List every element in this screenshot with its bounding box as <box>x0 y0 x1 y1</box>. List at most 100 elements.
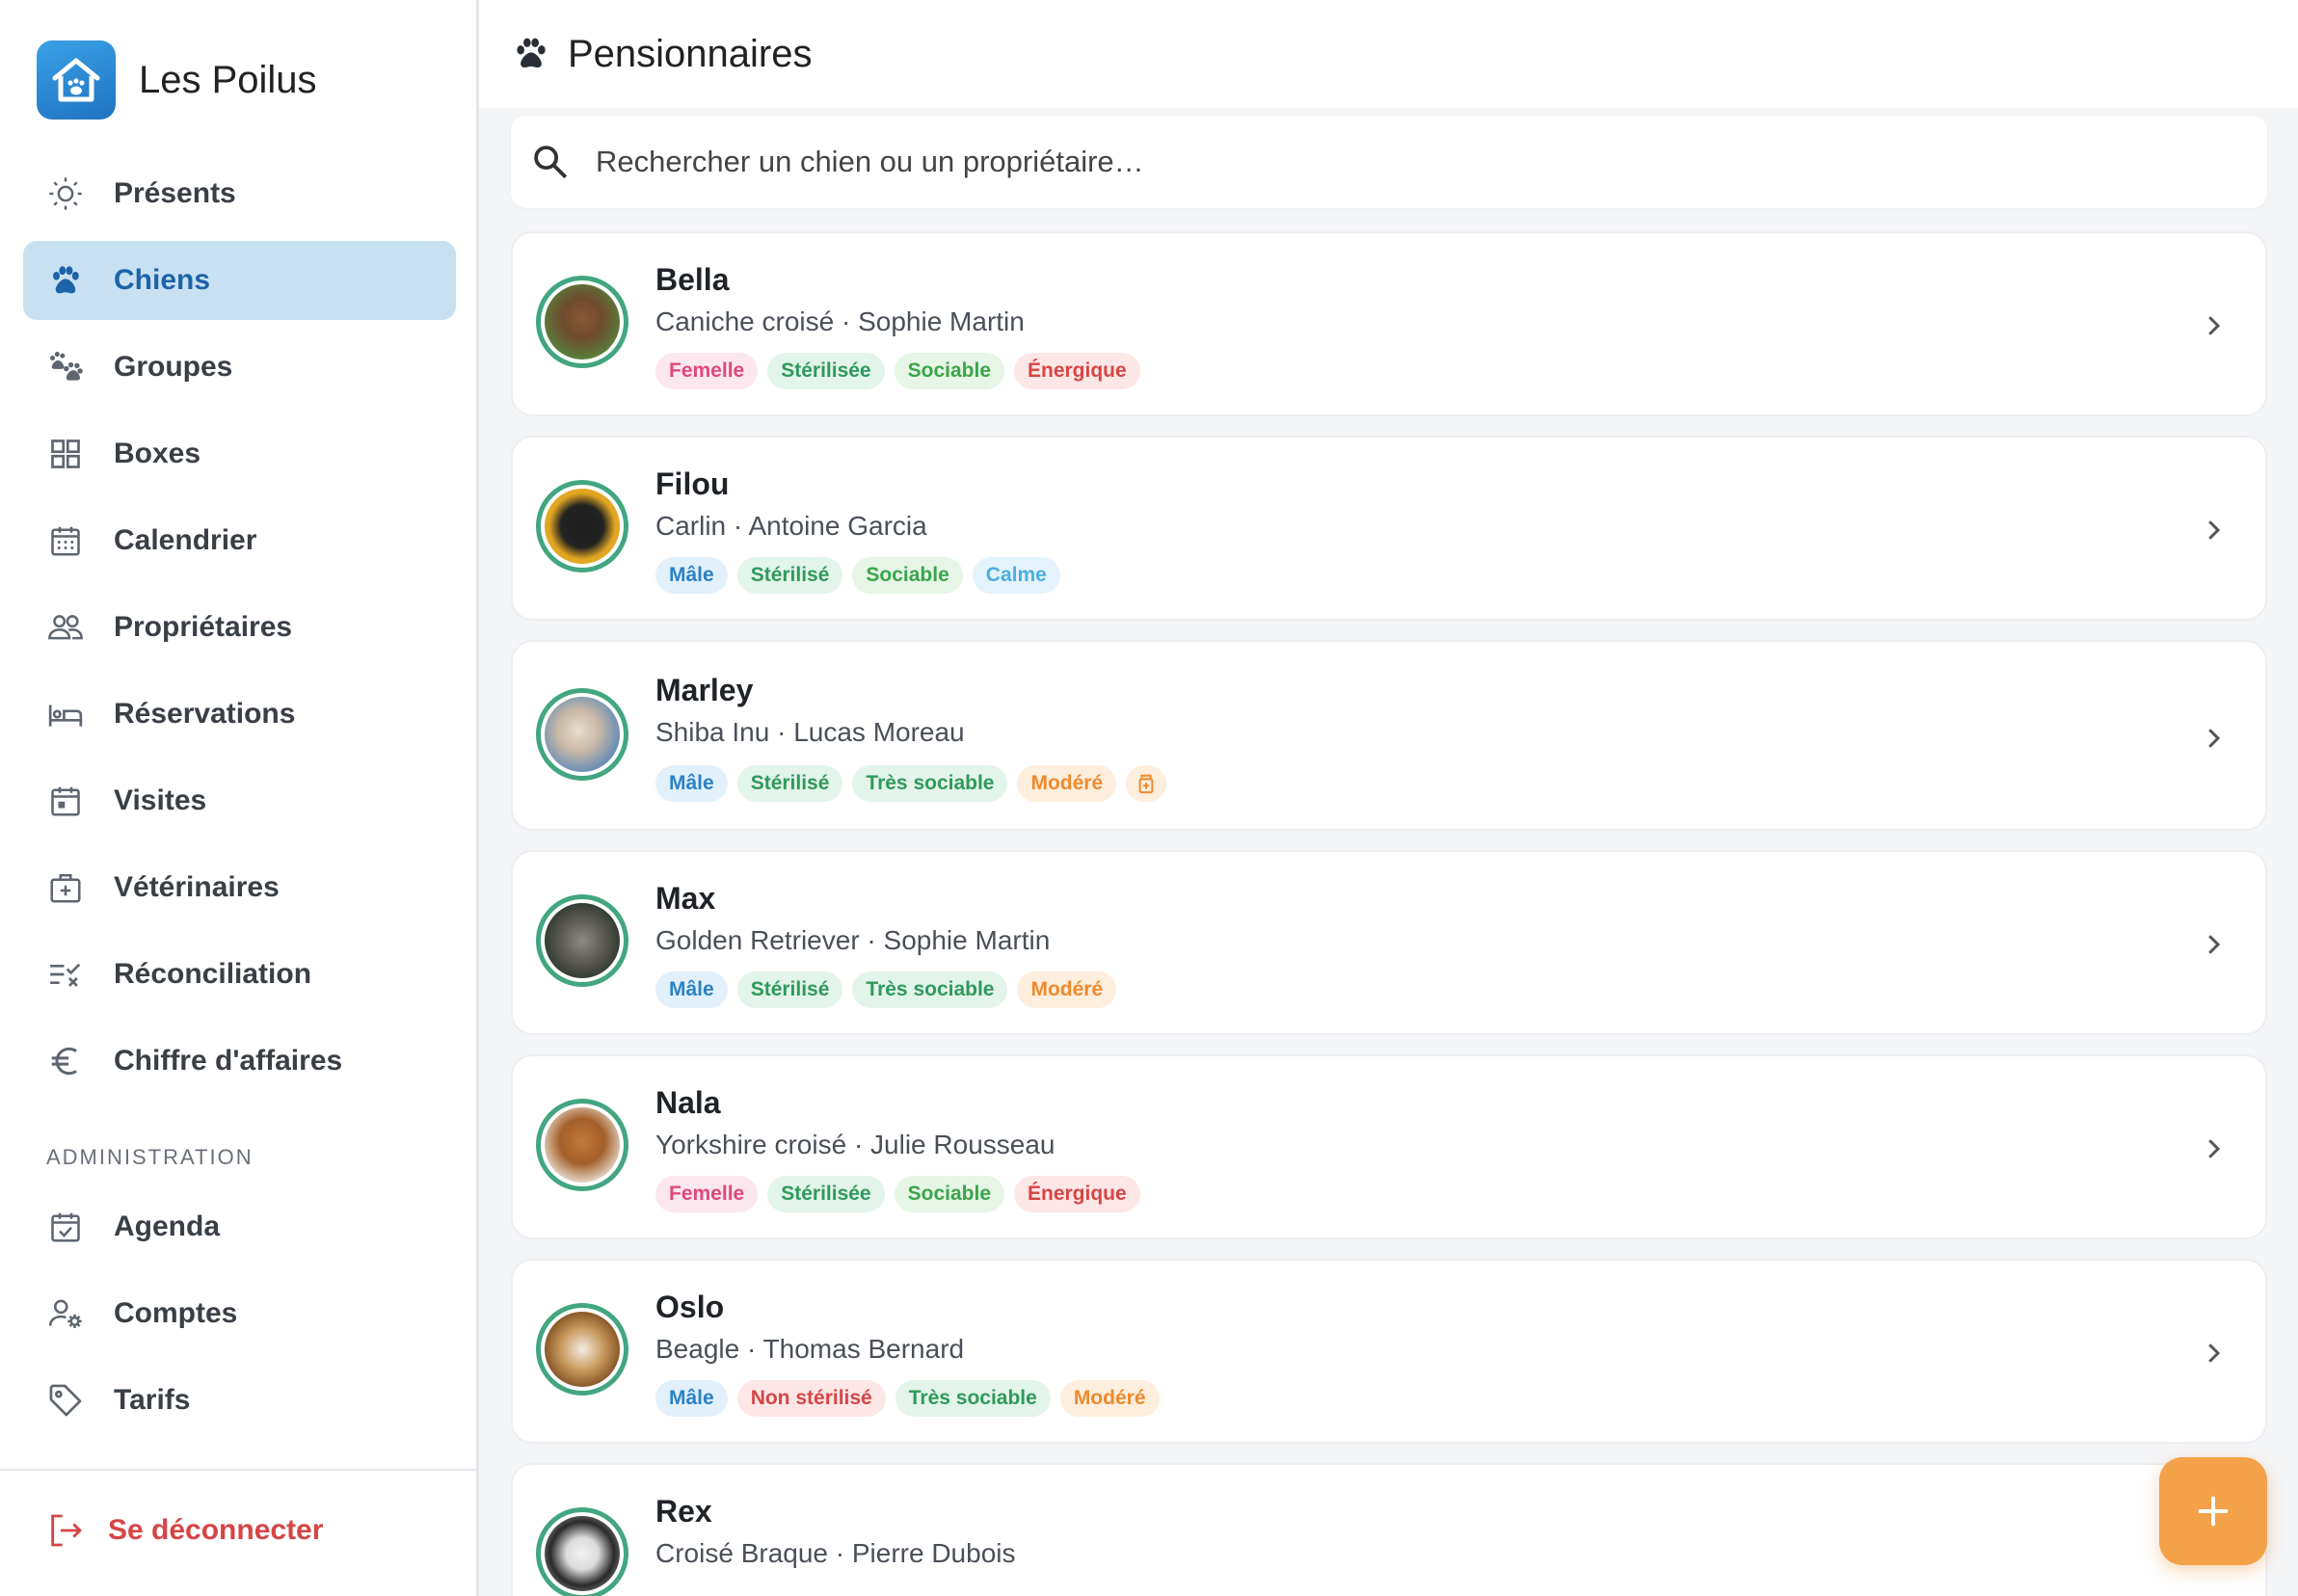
bed-icon <box>46 695 85 733</box>
tag: Non stérilisé <box>736 1380 886 1417</box>
nav-item-reservations[interactable]: Réservations <box>23 675 456 754</box>
dog-photo <box>545 1516 620 1591</box>
house-paw-logo-icon <box>37 40 116 120</box>
dog-photo <box>545 489 620 564</box>
dog-name: Filou <box>655 466 730 501</box>
tag: Sociable <box>894 353 1004 389</box>
nav-label: Boxes <box>114 438 201 469</box>
nav-item-groupes[interactable]: Groupes <box>23 328 456 407</box>
admin-section-title: ADMINISTRATION <box>46 1145 254 1169</box>
dog-breed-owner: Yorkshire croisé · Julie Rousseau <box>655 1130 1055 1159</box>
paws-icon <box>46 348 85 386</box>
dog-avatar <box>536 276 628 368</box>
dog-card-bella[interactable]: Bella Caniche croisé · Sophie Martin Fem… <box>511 231 2267 416</box>
tag: Très sociable <box>852 971 1008 1008</box>
tag: Énergique <box>1014 1176 1140 1212</box>
brand-name: Les Poilus <box>139 58 317 101</box>
euro-icon <box>46 1042 85 1080</box>
dog-card-max[interactable]: Max Golden Retriever · Sophie Martin Mâl… <box>511 850 2267 1035</box>
nav-item-calendrier[interactable]: Calendrier <box>23 501 456 580</box>
dog-tags: Mâle Stérilisé Sociable Calme <box>655 557 1070 594</box>
nav-label: Groupes <box>114 351 233 383</box>
nav-label: Propriétaires <box>114 611 293 643</box>
admin-nav: Agenda Comptes Tarifs <box>23 1187 456 1448</box>
nav-item-tarifs[interactable]: Tarifs <box>23 1361 456 1440</box>
user-settings-icon <box>46 1294 85 1333</box>
tag: Modéré <box>1017 971 1117 1008</box>
tag: Stérilisé <box>736 971 843 1008</box>
dog-breed-owner: Croisé Braque · Pierre Dubois <box>655 1538 1016 1568</box>
tag: Très sociable <box>895 1380 1051 1417</box>
nav-item-proprietaires[interactable]: Propriétaires <box>23 588 456 667</box>
dog-breed-owner: Golden Retriever · Sophie Martin <box>655 925 1051 955</box>
dog-tags: Femelle Stérilisée Sociable Énergique <box>655 353 1150 389</box>
calendar-day-icon <box>46 782 85 820</box>
sidebar: Les Poilus Présents Chiens Groupes Boxes <box>0 0 479 1596</box>
chevron-right-icon <box>2194 719 2232 758</box>
dog-tags: Mâle Stérilisé Très sociable Modéré <box>655 971 1126 1008</box>
dog-card-oslo[interactable]: Oslo Beagle · Thomas Bernard Mâle Non st… <box>511 1259 2267 1444</box>
add-dog-button[interactable] <box>2159 1457 2267 1565</box>
tag: Sociable <box>894 1176 1004 1212</box>
nav-item-reconciliation[interactable]: Réconciliation <box>23 935 456 1014</box>
chevron-right-icon <box>2194 925 2232 964</box>
nav-item-agenda[interactable]: Agenda <box>23 1187 456 1266</box>
nav-item-comptes[interactable]: Comptes <box>23 1274 456 1353</box>
nav-item-visites[interactable]: Visites <box>23 761 456 840</box>
nav-item-veterinaires[interactable]: Vétérinaires <box>23 848 456 927</box>
dog-breed-owner: Caniche croisé · Sophie Martin <box>655 306 1025 336</box>
dog-breed-owner: Beagle · Thomas Bernard <box>655 1334 965 1364</box>
nav-item-boxes[interactable]: Boxes <box>23 414 456 493</box>
dog-name: Oslo <box>655 1290 725 1324</box>
tag: Énergique <box>1014 353 1140 389</box>
nav-item-presents[interactable]: Présents <box>23 154 456 233</box>
tag: Stérilisée <box>767 1176 885 1212</box>
nav-label: Vétérinaires <box>114 871 280 903</box>
top-bar: Pensionnaires <box>479 0 2298 108</box>
checklist-icon <box>46 955 85 994</box>
tag: Modéré <box>1017 765 1117 802</box>
brand[interactable]: Les Poilus <box>37 40 317 120</box>
dog-card-filou[interactable]: Filou Carlin · Antoine Garcia Mâle Stéri… <box>511 436 2267 621</box>
dog-photo <box>545 284 620 359</box>
nav-label: Réservations <box>114 698 296 730</box>
nav-item-chiens[interactable]: Chiens <box>23 241 456 320</box>
dog-name: Marley <box>655 673 754 707</box>
dog-tags: Mâle Stérilisé Très sociable Modéré <box>655 765 1176 802</box>
dog-card-marley[interactable]: Marley Shiba Inu · Lucas Moreau Mâle Sté… <box>511 640 2267 831</box>
search-input[interactable] <box>596 145 2138 179</box>
chevron-right-icon <box>2194 511 2232 549</box>
nav-label: Réconciliation <box>114 958 312 990</box>
dog-name: Max <box>655 881 716 916</box>
dog-avatar <box>536 480 628 572</box>
nav-label: Agenda <box>114 1210 221 1242</box>
nav-label: Chiffre d'affaires <box>114 1045 343 1077</box>
tag: Calme <box>972 557 1060 594</box>
nav-label: Calendrier <box>114 524 257 556</box>
dog-avatar <box>536 1099 628 1191</box>
dog-tags: Femelle Stérilisée Sociable Énergique <box>655 1176 1150 1212</box>
search-bar <box>511 116 2267 208</box>
dog-photo <box>545 1312 620 1387</box>
logout-button[interactable]: Se déconnecter <box>46 1511 323 1550</box>
dog-card-nala[interactable]: Nala Yorkshire croisé · Julie Rousseau F… <box>511 1054 2267 1239</box>
chevron-right-icon <box>2194 1334 2232 1372</box>
logout-icon <box>46 1511 85 1550</box>
nav-label: Tarifs <box>114 1384 191 1416</box>
tag: Femelle <box>655 353 759 389</box>
dog-card-rex[interactable]: Rex Croisé Braque · Pierre Dubois <box>511 1463 2267 1596</box>
dog-name: Bella <box>655 262 730 297</box>
search-icon <box>530 142 571 182</box>
nav-label: Présents <box>114 177 236 209</box>
nav-item-chiffre-affaires[interactable]: Chiffre d'affaires <box>23 1022 456 1101</box>
nav-label: Chiens <box>114 264 211 296</box>
chevron-right-icon <box>2194 306 2232 345</box>
sidebar-divider <box>0 1469 479 1471</box>
dog-avatar <box>536 1507 628 1596</box>
tag-icon <box>46 1381 85 1420</box>
grid-icon <box>46 435 85 473</box>
paw-icon <box>512 35 550 73</box>
dog-breed-owner: Shiba Inu · Lucas Moreau <box>655 717 965 747</box>
calendar-icon <box>46 521 85 560</box>
dog-list: Bella Caniche croisé · Sophie Martin Fem… <box>511 231 2267 1596</box>
